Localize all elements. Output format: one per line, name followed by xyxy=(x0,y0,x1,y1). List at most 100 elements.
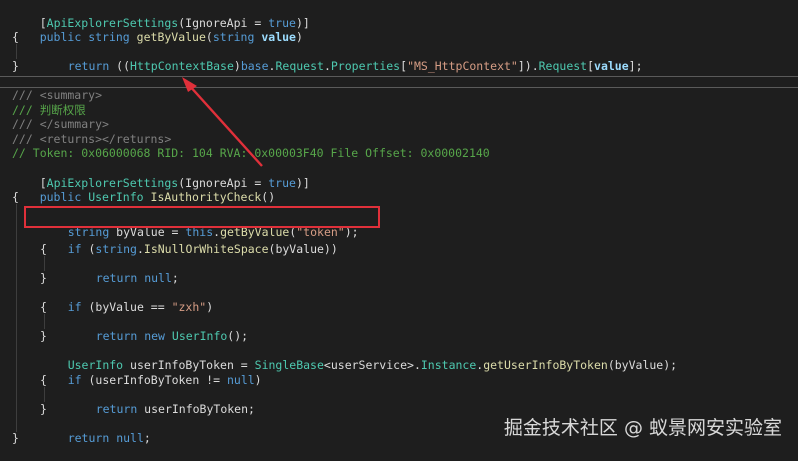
brace: } xyxy=(40,402,47,417)
brace: } xyxy=(12,431,19,446)
paren: (); xyxy=(227,329,249,344)
doc-comment: /// </summary> xyxy=(12,117,109,132)
code-line: { xyxy=(12,190,19,205)
keyword: return xyxy=(67,59,110,74)
arrow-head xyxy=(182,77,197,92)
code-line: return new UserInfo(); xyxy=(68,315,248,343)
keyword: string xyxy=(95,241,137,256)
code-line: } xyxy=(40,329,47,344)
paren: ) xyxy=(295,30,303,45)
brace: { xyxy=(40,300,47,314)
code-line: { xyxy=(40,300,47,315)
method-name[interactable]: getByValue xyxy=(137,30,206,44)
generic-arg: userService xyxy=(330,358,408,373)
doc-comment: /// <returns></returns> xyxy=(12,132,171,147)
brace: } xyxy=(40,270,47,285)
code-line: return ((HttpContextBase)base.Request.Pr… xyxy=(40,45,643,73)
paren: ) xyxy=(254,372,262,387)
comment-text: // Token: 0x06000068 RID: 104 RVA: 0x000… xyxy=(12,146,490,161)
code-line: return userInfoByToken; xyxy=(68,388,255,416)
watermark: 掘金技术社区 @ 蚁景网安实验室 xyxy=(503,417,782,439)
token-comment: // Token: 0x06000068 RID: 104 RVA: 0x000… xyxy=(12,146,490,161)
indent-guide xyxy=(44,314,45,329)
semicolon: ; xyxy=(171,270,179,285)
type-name: UserInfo xyxy=(171,329,228,344)
return-value: userInfoByToken; xyxy=(137,402,255,417)
brace: { xyxy=(40,241,47,256)
brace: { xyxy=(12,30,19,45)
brace: } xyxy=(12,59,19,74)
keyword: public xyxy=(39,190,82,205)
code-line: } xyxy=(40,402,47,417)
keyword: return xyxy=(95,402,138,417)
code-line: if (string.IsNullOrWhiteSpace(byValue)) xyxy=(40,227,338,256)
doc-comment: /// 判断权限 xyxy=(12,103,86,118)
condition: (userInfoByToken != xyxy=(81,372,227,387)
dot: . xyxy=(323,59,331,74)
method-call[interactable]: getUserInfoByToken xyxy=(483,358,608,372)
property: Request xyxy=(275,59,324,74)
property: Request xyxy=(538,59,588,74)
bracket: )] xyxy=(295,175,310,190)
paren: (byValue)) xyxy=(268,241,338,256)
comment-text: /// <returns></returns> xyxy=(12,131,172,146)
keyword: return xyxy=(95,329,138,344)
keyword: string xyxy=(212,30,255,45)
keyword: null xyxy=(226,372,255,387)
parameter: value xyxy=(261,30,296,45)
keyword: if xyxy=(67,299,82,314)
method-name[interactable]: IsAuthorityCheck xyxy=(151,190,262,204)
keyword: if xyxy=(67,372,82,387)
parameter: value xyxy=(594,59,629,74)
paren: (( xyxy=(109,59,131,74)
indent-guide xyxy=(16,204,17,432)
code-line: public string getByValue(string value) xyxy=(12,16,303,44)
string-literal: "zxh" xyxy=(171,299,207,314)
type-name: HttpContextBase xyxy=(130,59,234,74)
code-editor[interactable]: [ApiExplorerSettings(IgnoreApi = true)] … xyxy=(0,0,798,454)
separator xyxy=(0,87,798,88)
code-line: return null; xyxy=(68,256,179,285)
paren: (byValue); xyxy=(607,358,678,373)
angle-bracket: >. xyxy=(407,358,421,373)
keyword: if xyxy=(67,241,82,256)
indent-guide xyxy=(44,256,45,271)
keyword: string xyxy=(88,30,130,45)
comment-text: /// <summary> xyxy=(12,88,103,102)
code-line: } xyxy=(12,59,19,74)
paren: ) xyxy=(233,59,241,74)
keyword: new xyxy=(144,329,165,344)
code-line: } xyxy=(12,431,19,446)
code-line: public UserInfo IsAuthorityCheck() xyxy=(12,176,275,204)
code-line: { xyxy=(40,242,47,257)
brace: { xyxy=(40,373,47,387)
keyword: return xyxy=(67,431,110,446)
paren: ( xyxy=(81,241,96,256)
property: Properties xyxy=(330,59,401,74)
condition: (byValue == xyxy=(81,299,172,314)
bracket: ]). xyxy=(517,59,539,74)
keyword: return xyxy=(95,270,138,285)
comment-text: /// </summary> xyxy=(12,117,109,132)
method-call[interactable]: IsNullOrWhiteSpace xyxy=(144,242,269,256)
brace: } xyxy=(40,329,47,344)
keyword: null xyxy=(144,270,172,285)
code-line: [ApiExplorerSettings(IgnoreApi = true)] xyxy=(12,1,310,30)
keyword: base xyxy=(240,59,269,74)
highlight-box xyxy=(24,206,380,228)
indent-guide xyxy=(44,387,45,402)
doc-comment: /// <summary> xyxy=(12,88,102,103)
code-line: { xyxy=(12,30,19,45)
bracket: ]; xyxy=(628,59,643,74)
brace: { xyxy=(12,190,19,205)
indent-guide xyxy=(16,44,17,59)
separator xyxy=(0,76,798,77)
code-line: if (userInfoByToken != null) xyxy=(40,358,262,387)
code-line: } xyxy=(40,271,47,286)
semicolon: ; xyxy=(143,431,151,446)
keyword: null xyxy=(116,431,144,446)
code-line: { xyxy=(40,373,47,388)
string-literal: "MS_HttpContext" xyxy=(407,59,518,74)
